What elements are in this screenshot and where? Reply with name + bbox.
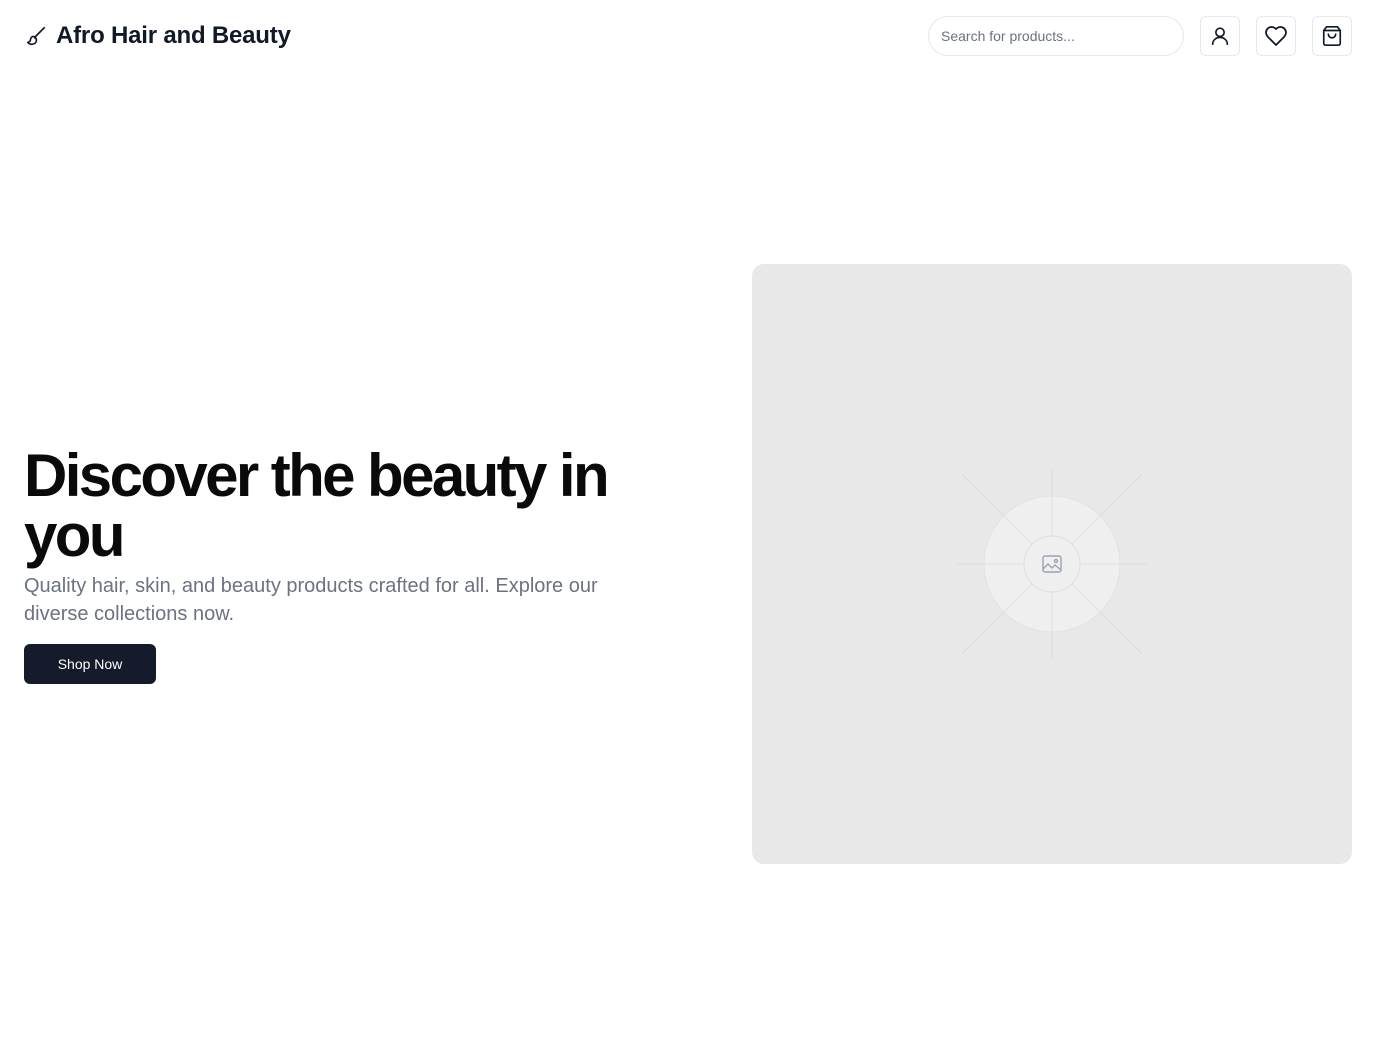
brand-name: Afro Hair and Beauty — [56, 22, 291, 49]
heart-icon — [1264, 24, 1288, 48]
hero-subtitle: Quality hair, skin, and beauty products … — [24, 575, 598, 625]
site-header: Afro Hair and Beauty — [0, 0, 1376, 72]
paintbrush-icon — [24, 24, 48, 48]
hero-title: Discover the beauty in you — [24, 442, 610, 569]
brand-logo-link[interactable]: Afro Hair and Beauty — [24, 19, 291, 53]
wishlist-button[interactable] — [1256, 16, 1296, 56]
image-placeholder-graphic — [957, 469, 1147, 659]
user-icon — [1209, 25, 1231, 47]
cart-button[interactable] — [1312, 16, 1352, 56]
hero-image-placeholder — [752, 264, 1352, 864]
shop-now-button[interactable]: Shop Now — [24, 644, 156, 684]
shopping-bag-icon — [1321, 25, 1343, 47]
search-input[interactable] — [928, 16, 1184, 56]
account-button[interactable] — [1200, 16, 1240, 56]
